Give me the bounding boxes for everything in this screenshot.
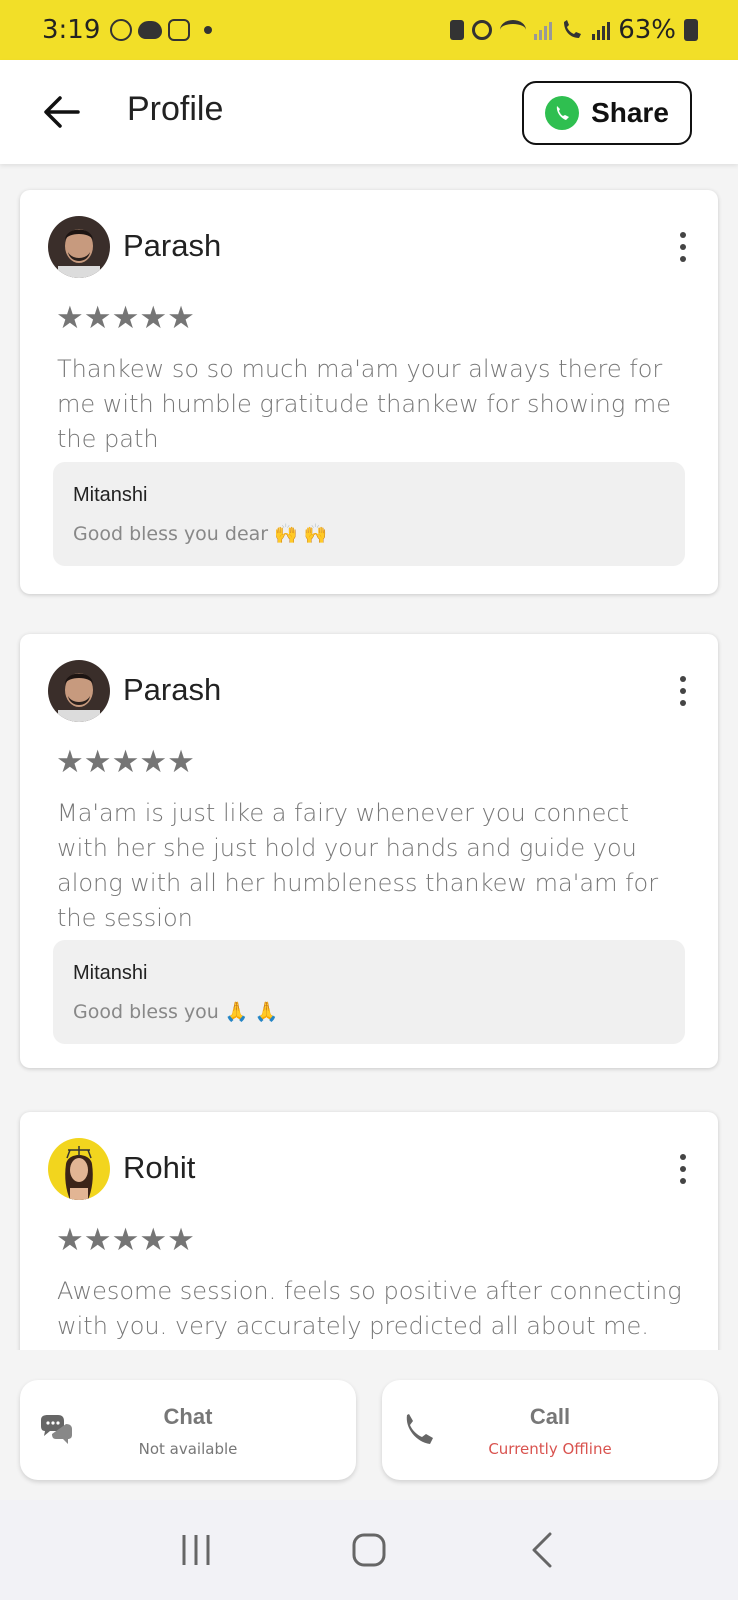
more-options-button[interactable] — [678, 1154, 688, 1184]
star-rating: ★★★★★ — [56, 300, 195, 336]
chat-status: Not available — [138, 1440, 238, 1458]
reply-box: Mitanshi Good bless you 🙏 🙏 — [53, 940, 685, 1044]
review-text: Ma'am is just like a fairy whenever you … — [57, 799, 659, 932]
arrow-left-icon — [44, 96, 80, 128]
system-nav-bar — [0, 1500, 738, 1600]
alarm-icon — [472, 20, 493, 40]
reviewer-name: Rohit — [123, 1150, 196, 1185]
page-title: Profile — [127, 90, 224, 128]
action-bar: Chat Not available Call Currently Offlin… — [0, 1350, 738, 1500]
home-button[interactable] — [339, 1520, 399, 1580]
status-bar: 3:19 63% — [0, 0, 738, 60]
signal-1-icon — [534, 20, 553, 40]
battery-percent: 63% — [618, 15, 676, 45]
avatar — [48, 660, 110, 722]
more-options-button[interactable] — [678, 676, 688, 706]
call-title: Call — [529, 1404, 571, 1429]
reply-text: Good bless you 🙏 🙏 — [73, 1001, 279, 1023]
reviews-list[interactable]: Parash ★★★★★ Thankew so so much ma'am yo… — [0, 164, 738, 1350]
call-status: Currently Offline — [488, 1440, 612, 1458]
avatar — [48, 216, 110, 278]
share-button[interactable]: Share — [522, 81, 692, 145]
reply-author: Mitanshi — [73, 962, 148, 984]
wifi-calling-icon — [564, 20, 582, 38]
whatsapp-icon — [545, 96, 580, 130]
wifi-icon — [500, 20, 527, 40]
signal-2-icon — [592, 20, 611, 40]
back-button[interactable] — [40, 90, 84, 134]
avatar — [48, 1138, 110, 1200]
home-icon — [352, 1533, 386, 1567]
reviewer-name: Parash — [123, 672, 222, 707]
more-notifications-dot-icon — [204, 26, 213, 34]
review-card: Parash ★★★★★ Ma'am is just like a fairy … — [20, 634, 718, 1068]
cloud-notification-icon — [138, 21, 163, 39]
more-options-button[interactable] — [678, 232, 688, 262]
app-header: Profile Share — [0, 60, 738, 164]
status-time: 3:19 — [42, 15, 101, 45]
chat-title: Chat — [163, 1404, 213, 1429]
back-nav-button[interactable] — [512, 1520, 572, 1580]
review-card: Parash ★★★★★ Thankew so so much ma'am yo… — [20, 190, 718, 594]
review-text: Awesome session. feels so positive after… — [57, 1277, 682, 1340]
whatsapp-notification-icon — [110, 19, 133, 41]
battery-saver-icon — [450, 20, 465, 40]
recent-apps-icon — [182, 1535, 210, 1565]
reply-text: Good bless you dear 🙌 🙌 — [73, 523, 328, 545]
reply-author: Mitanshi — [73, 484, 148, 506]
review-card: Rohit ★★★★★ Awesome session. feels so po… — [20, 1112, 718, 1350]
chevron-left-icon — [532, 1532, 552, 1568]
battery-icon — [684, 19, 698, 41]
call-button[interactable]: Call Currently Offline — [382, 1380, 718, 1480]
star-rating: ★★★★★ — [56, 1222, 195, 1258]
star-rating: ★★★★★ — [56, 744, 195, 780]
recent-apps-button[interactable] — [166, 1520, 226, 1580]
share-label: Share — [591, 97, 669, 128]
reply-box: Mitanshi Good bless you dear 🙌 🙌 — [53, 462, 685, 566]
chat-button[interactable]: Chat Not available — [20, 1380, 356, 1480]
review-text: Thankew so so much ma'am your always the… — [57, 355, 672, 453]
reviewer-name: Parash — [123, 228, 222, 263]
instagram-notification-icon — [168, 19, 191, 41]
